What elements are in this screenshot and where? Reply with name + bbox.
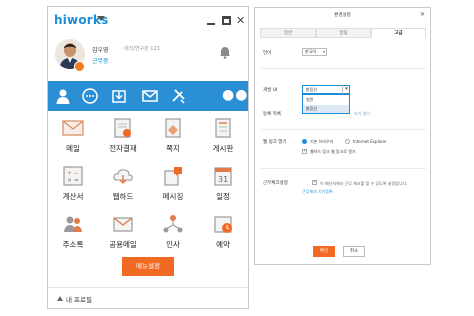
divider <box>260 168 426 169</box>
menu-settings-button[interactable]: 메뉴설정 <box>122 257 174 276</box>
chevron-down-icon[interactable]: ▾ <box>342 85 350 94</box>
work-check-label: 근무체크설정 <box>263 181 288 186</box>
divider <box>260 68 426 69</box>
cancel-button[interactable]: 취소 <box>343 246 365 257</box>
settings-tabs: 일반 알림 고급 <box>260 28 426 38</box>
app-webhard[interactable]: 웹하드 <box>98 163 148 209</box>
checkbox-work-check[interactable] <box>312 179 317 185</box>
user-role: 대리/연구원 123 <box>124 46 160 52</box>
app-board[interactable]: 게시판 <box>198 115 248 161</box>
status-badge <box>74 61 85 72</box>
approval-icon <box>114 118 131 138</box>
radio-default-browser[interactable] <box>302 139 307 144</box>
close-icon[interactable]: ✕ <box>236 15 245 26</box>
bell-icon[interactable] <box>219 46 231 59</box>
user-name: 김우영 <box>92 47 109 54</box>
web-link-label: 웹 링크 열기 <box>263 140 287 145</box>
display-ui-label: 개발 UI <box>263 88 278 93</box>
mail-toolbar-icon[interactable] <box>142 88 158 104</box>
app-label: 메시징 <box>162 192 184 201</box>
svg-text:× =: × = <box>67 177 79 184</box>
app-grid: 메일 전자결재 쪽지 게시판 + − × = 계산서 웹하드 메시징 31 일정… <box>48 115 248 261</box>
view-open-link[interactable]: 보기 열기 <box>354 111 370 117</box>
webhard-icon <box>113 169 133 184</box>
language-label: 언어 <box>263 51 272 56</box>
caret-up-icon <box>57 296 63 301</box>
download-icon[interactable] <box>111 88 127 104</box>
profile-footer[interactable]: 내 프로필 <box>48 287 248 308</box>
divider <box>260 129 426 130</box>
svg-text:+ −: + − <box>67 170 79 177</box>
profile-section: 김우영 대리/연구원 123 근무중 <box>48 35 248 81</box>
tab-general[interactable]: 일반 <box>260 28 316 38</box>
caret-down-icon[interactable] <box>97 16 105 21</box>
language-select[interactable]: 한국어 <box>302 48 327 56</box>
chat-icon[interactable] <box>82 88 98 104</box>
user-status[interactable]: 근무중 <box>92 56 109 65</box>
checkbox-webhard-link[interactable] <box>302 148 307 154</box>
work-check-note: 이 메신저에서 근무 체크를 할 수 있도록 설정합니다. <box>320 181 408 186</box>
note-icon <box>165 118 181 138</box>
calendar-icon: 31 <box>214 167 232 186</box>
status-list-label: 등록 목록 <box>263 112 281 117</box>
app-address-book[interactable]: 주소록 <box>48 211 98 257</box>
hr-icon <box>163 215 183 233</box>
display-ui-dropdown: 일반 밝음선 <box>302 94 350 114</box>
board-icon <box>215 118 231 138</box>
reservation-icon <box>214 216 232 233</box>
checkbox-webhard-link-label: 웹하드 링크 웹 링크로 열기 <box>310 149 356 154</box>
contacts-icon[interactable] <box>55 88 71 104</box>
app-label: 일정 <box>216 192 230 201</box>
shared-mail-icon <box>113 217 133 232</box>
app-label: 쪽지 <box>166 144 180 153</box>
app-label: 공용메일 <box>109 240 137 249</box>
app-label: 계산서 <box>62 192 84 201</box>
dropdown-option[interactable]: 일반 <box>303 96 349 104</box>
app-label: 메일 <box>66 144 80 153</box>
app-note[interactable]: 쪽지 <box>148 115 198 161</box>
app-invoice[interactable]: + − × = 계산서 <box>48 163 98 209</box>
tab-advanced[interactable]: 고급 <box>371 28 426 38</box>
footer-label: 내 프로필 <box>66 296 92 304</box>
more-icon[interactable]: ●●● <box>222 88 248 102</box>
main-toolbar: ●●● <box>48 81 248 111</box>
mail-icon <box>62 120 84 136</box>
settings-dialog: 환경설정 ✕ 일반 알림 고급 언어 한국어 개발 UI 밝음선 ▾ 일반 밝음… <box>254 7 431 265</box>
app-mail[interactable]: 메일 <box>48 115 98 161</box>
maximize-icon[interactable] <box>222 16 231 25</box>
device-register-link[interactable]: 근무체크 기기등록 <box>302 189 333 195</box>
tab-notifications[interactable]: 알림 <box>316 28 371 38</box>
app-approval[interactable]: 전자결재 <box>98 115 148 161</box>
app-messaging[interactable]: 메시징 <box>148 163 198 209</box>
dropdown-option-selected[interactable]: 밝음선 <box>303 105 349 113</box>
messenger-titlebar: hiworks ✕ <box>48 7 248 35</box>
app-label: 웹하드 <box>112 192 134 201</box>
ok-button[interactable]: 확인 <box>313 246 335 257</box>
radio-default-browser-label: 기본 브라우저 <box>310 139 334 144</box>
app-calendar[interactable]: 31 일정 <box>198 163 248 209</box>
dialog-title: 환경설정 <box>334 13 351 18</box>
app-reservation[interactable]: 예약 <box>198 211 248 257</box>
minimize-icon[interactable] <box>207 23 215 25</box>
svg-text:31: 31 <box>218 175 228 184</box>
messenger-window: hiworks ✕ 김우영 대리/연구원 123 근무중 ●● 메일 전자결재 … <box>47 6 249 309</box>
address-book-icon <box>64 216 82 232</box>
app-shared-mail[interactable]: 공용메일 <box>98 211 148 257</box>
app-hr[interactable]: 인사 <box>148 211 198 257</box>
app-label: 게시판 <box>212 144 234 153</box>
app-label: 예약 <box>216 240 230 249</box>
app-label: 주소록 <box>62 240 84 249</box>
invoice-icon: + − × = <box>63 166 83 186</box>
messaging-icon <box>164 167 182 186</box>
app-label: 전자결재 <box>109 144 137 153</box>
close-icon[interactable]: ✕ <box>420 11 425 18</box>
tag-icon[interactable] <box>170 88 186 104</box>
radio-internet-explorer-label: Internet Explorer <box>353 139 387 144</box>
radio-internet-explorer[interactable] <box>345 139 350 144</box>
app-label: 인사 <box>166 240 180 249</box>
